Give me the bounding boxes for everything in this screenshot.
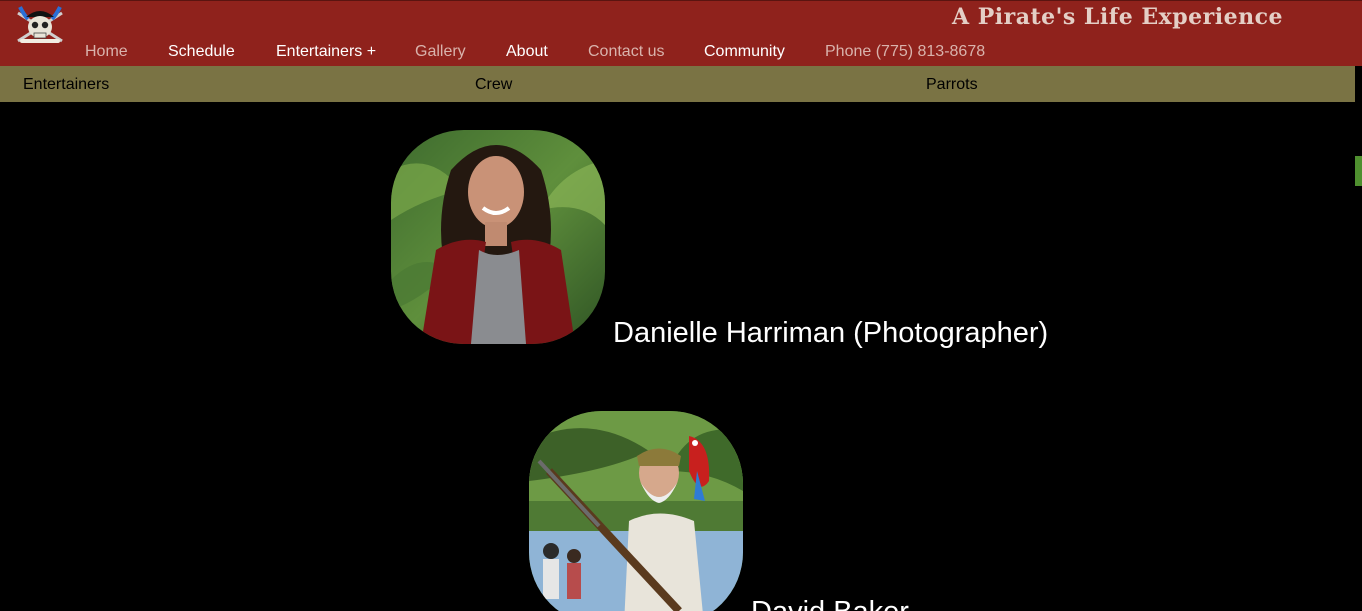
scroll-marker [1355, 156, 1362, 186]
pirate-skull-logo[interactable] [14, 3, 66, 47]
nav-community[interactable]: Community [704, 43, 785, 61]
nav-schedule[interactable]: Schedule [168, 43, 235, 61]
nav-contact-us[interactable]: Contact us [588, 43, 664, 61]
nav-about[interactable]: About [506, 43, 548, 61]
nav-entertainers[interactable]: Entertainers + [276, 43, 376, 61]
crew-name-david: David Baker [751, 596, 909, 611]
subnav-crew[interactable]: Crew [475, 76, 512, 94]
subnav-entertainers[interactable]: Entertainers [23, 76, 109, 94]
crew-photo-danielle [391, 130, 605, 344]
nav-phone[interactable]: Phone (775) 813-8678 [825, 43, 985, 61]
subnav-parrots[interactable]: Parrots [926, 76, 978, 94]
nav-gallery[interactable]: Gallery [415, 43, 466, 61]
crew-photo-david [529, 411, 743, 611]
main-nav: Home Schedule Entertainers + Gallery Abo… [0, 43, 1100, 63]
site-title: A Pirate's Life Experience [952, 4, 1283, 30]
sub-nav: Entertainers Crew Parrots [0, 66, 1355, 102]
site-header: A Pirate's Life Experience Home Schedule… [0, 0, 1362, 66]
crew-name-danielle: Danielle Harriman (Photographer) [613, 317, 1049, 349]
nav-home[interactable]: Home [85, 43, 128, 61]
